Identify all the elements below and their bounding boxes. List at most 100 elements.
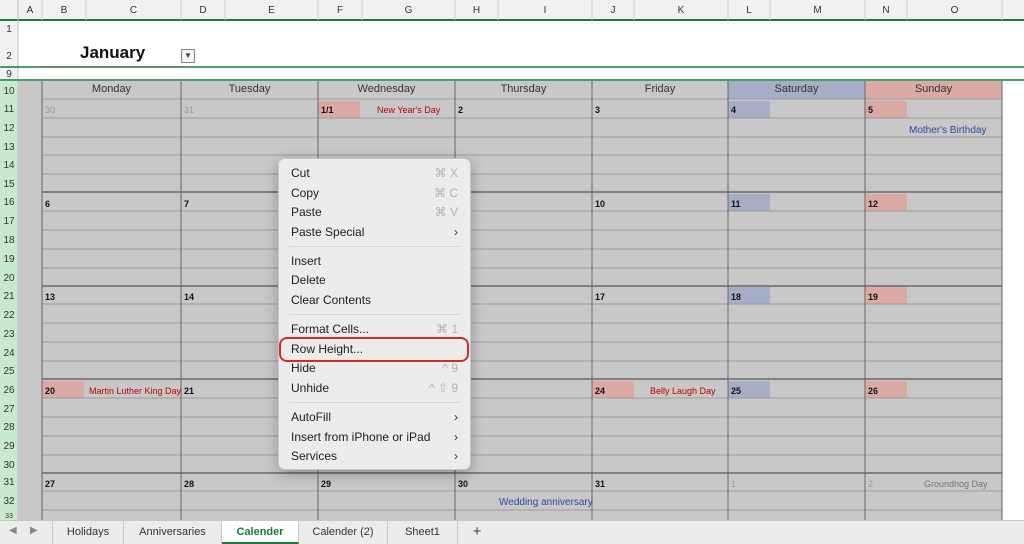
column-header-a[interactable]: A (18, 3, 42, 19)
row-header-24[interactable]: 24 (0, 348, 18, 359)
row-header-23[interactable]: 23 (0, 329, 18, 340)
date-cell[interactable]: 1/1 (321, 105, 334, 115)
scroll-right-icon[interactable]: ▶ (30, 525, 38, 536)
row-header-19[interactable]: 19 (0, 254, 18, 265)
date-cell[interactable]: 18 (731, 292, 741, 302)
sheet-tab-sheet1[interactable]: Sheet1 (388, 521, 458, 544)
date-cell[interactable]: 1 (731, 479, 736, 489)
row-header-13[interactable]: 13 (0, 142, 18, 153)
row-header-16[interactable]: 16 (0, 197, 18, 208)
event-mlk-day[interactable]: Martin Luther King Day (89, 386, 181, 396)
column-header-h[interactable]: H (455, 3, 498, 19)
row-header-15[interactable]: 15 (0, 179, 18, 190)
row-header-22[interactable]: 22 (0, 310, 18, 321)
row-header-31[interactable]: 31 (0, 477, 18, 488)
sheet-tab-calender-2[interactable]: Calender (2) (299, 521, 388, 544)
date-cell[interactable]: 5 (868, 105, 873, 115)
event-new-years-day[interactable]: New Year's Day (377, 105, 440, 115)
date-cell[interactable]: 26 (868, 386, 878, 396)
date-cell[interactable]: 11 (731, 199, 741, 209)
chevron-down-icon[interactable]: ▼ (181, 49, 195, 63)
spreadsheet-grid[interactable] (0, 0, 1024, 520)
menu-item-paste-special[interactable]: Paste Special › (279, 223, 470, 242)
column-header-c[interactable]: C (86, 3, 181, 19)
date-cell[interactable]: 19 (868, 292, 878, 302)
event-wedding-anniversary[interactable]: Wedding anniversary (499, 497, 593, 508)
row-header-1[interactable]: 1 (0, 24, 18, 35)
date-cell[interactable]: 28 (184, 479, 194, 489)
column-header-i[interactable]: I (498, 3, 592, 19)
column-header-g[interactable]: G (362, 3, 455, 19)
date-cell[interactable]: 17 (595, 292, 605, 302)
date-cell[interactable]: 24 (595, 386, 605, 396)
row-header-17[interactable]: 17 (0, 216, 18, 227)
date-cell[interactable]: 30 (458, 479, 468, 489)
menu-item-cut[interactable]: Cut ⌘ X (279, 164, 470, 183)
row-header-33[interactable]: 33 (0, 513, 18, 520)
menu-item-unhide[interactable]: Unhide ^ ⇧ 9 (279, 379, 470, 398)
row-header-25[interactable]: 25 (0, 366, 18, 377)
date-cell[interactable]: 29 (321, 479, 331, 489)
event-belly-laugh-day[interactable]: Belly Laugh Day (650, 386, 716, 396)
date-cell[interactable]: 30 (45, 105, 55, 115)
date-cell[interactable]: 14 (184, 292, 194, 302)
date-cell[interactable]: 13 (45, 292, 55, 302)
sheet-tab-anniversaries[interactable]: Anniversaries (124, 521, 222, 544)
menu-item-insert[interactable]: Insert (279, 252, 470, 271)
date-cell[interactable]: 7 (184, 199, 189, 209)
row-header-27[interactable]: 27 (0, 404, 18, 415)
menu-item-clear-contents[interactable]: Clear Contents (279, 291, 470, 310)
row-header-32[interactable]: 32 (0, 496, 18, 507)
sheet-tab-calender[interactable]: Calender (222, 521, 299, 544)
row-header-14[interactable]: 14 (0, 160, 18, 171)
column-header-f[interactable]: F (318, 3, 362, 19)
event-groundhog-day[interactable]: Groundhog Day (924, 479, 988, 489)
month-title[interactable]: January (80, 43, 145, 63)
row-header-11[interactable]: 11 (0, 104, 18, 115)
context-menu: Cut ⌘ X Copy ⌘ C Paste ⌘ V Paste Special › I… (278, 158, 471, 470)
row-header-20[interactable]: 20 (0, 273, 18, 284)
column-header-k[interactable]: K (634, 3, 728, 19)
row-header-10[interactable]: 10 (0, 86, 18, 97)
date-cell[interactable]: 31 (184, 105, 194, 115)
date-cell[interactable]: 6 (45, 199, 50, 209)
sheet-tab-holidays[interactable]: Holidays (52, 521, 124, 544)
row-header-9[interactable]: 9 (0, 69, 18, 80)
row-header-18[interactable]: 18 (0, 235, 18, 246)
date-cell[interactable]: 4 (731, 105, 736, 115)
row-header-26[interactable]: 26 (0, 385, 18, 396)
date-cell[interactable]: 20 (45, 386, 55, 396)
row-header-30[interactable]: 30 (0, 460, 18, 471)
row-header-12[interactable]: 12 (0, 123, 18, 134)
date-cell[interactable]: 25 (731, 386, 741, 396)
column-header-m[interactable]: M (770, 3, 865, 19)
menu-item-services[interactable]: Services › (279, 447, 470, 466)
date-cell[interactable]: 27 (45, 479, 55, 489)
row-header-21[interactable]: 21 (0, 291, 18, 302)
date-cell[interactable]: 10 (595, 199, 605, 209)
row-header-29[interactable]: 29 (0, 441, 18, 452)
column-header-n[interactable]: N (865, 3, 907, 19)
column-header-e[interactable]: E (225, 3, 318, 19)
menu-item-autofill[interactable]: AutoFill › (279, 408, 470, 427)
column-header-o[interactable]: O (907, 3, 1002, 19)
event-mothers-birthday[interactable]: Mother's Birthday (909, 125, 987, 136)
row-header-28[interactable]: 28 (0, 422, 18, 433)
menu-item-delete[interactable]: Delete (279, 271, 470, 290)
date-cell[interactable]: 12 (868, 199, 878, 209)
column-header-d[interactable]: D (181, 3, 225, 19)
date-cell[interactable]: 31 (595, 479, 605, 489)
add-sheet-button[interactable]: + (468, 521, 486, 544)
date-cell[interactable]: 2 (868, 479, 873, 489)
scroll-left-icon[interactable]: ◀ (9, 525, 17, 536)
date-cell[interactable]: 2 (458, 105, 463, 115)
row-header-2[interactable]: 2 (0, 51, 18, 62)
menu-item-insert-from-iphone[interactable]: Insert from iPhone or iPad › (279, 428, 470, 447)
menu-item-copy[interactable]: Copy ⌘ C (279, 184, 470, 203)
date-cell[interactable]: 21 (184, 386, 194, 396)
column-header-b[interactable]: B (42, 3, 86, 19)
date-cell[interactable]: 3 (595, 105, 600, 115)
menu-item-paste[interactable]: Paste ⌘ V (279, 203, 470, 222)
column-header-l[interactable]: L (728, 3, 770, 19)
column-header-j[interactable]: J (592, 3, 634, 19)
